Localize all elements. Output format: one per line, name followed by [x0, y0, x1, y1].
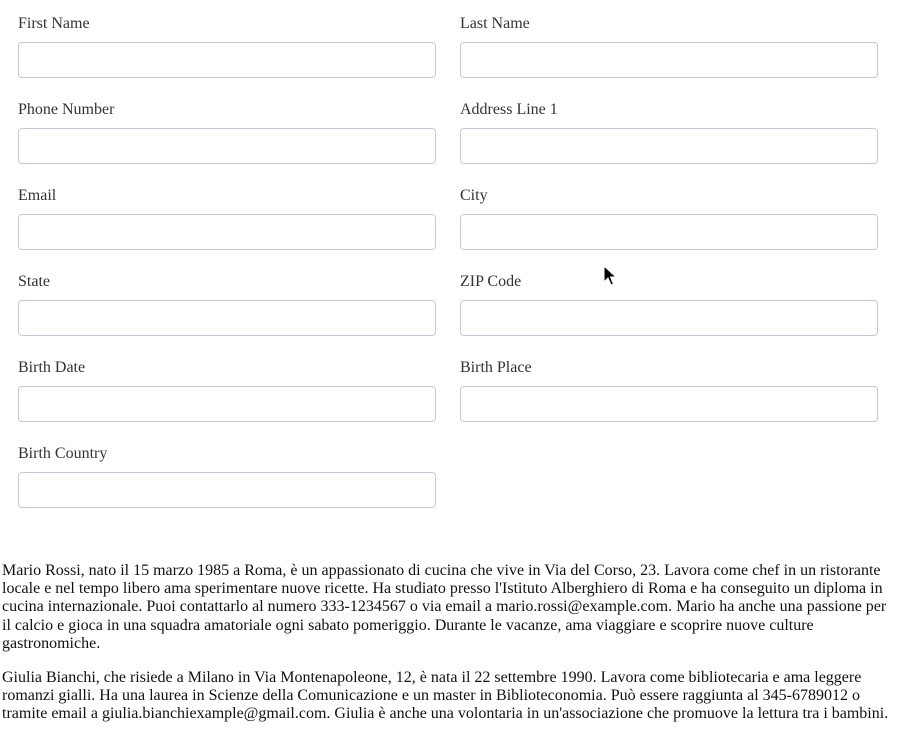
birth-date-label: Birth Date	[18, 359, 86, 376]
city-input[interactable]	[460, 214, 878, 250]
birth-date-input[interactable]	[18, 386, 436, 422]
zip-code-label: ZIP Code	[460, 273, 522, 290]
birth-place-label: Birth Place	[460, 359, 532, 376]
zip-code-input[interactable]	[460, 300, 878, 336]
mouse-pointer-icon	[603, 265, 617, 286]
last-name-label: Last Name	[460, 15, 530, 32]
address-line-1-label: Address Line 1	[460, 101, 558, 118]
first-name-input[interactable]	[18, 42, 436, 78]
phone-number-input[interactable]	[18, 128, 436, 164]
last-name-input[interactable]	[460, 42, 878, 78]
birth-country-input[interactable]	[18, 472, 436, 508]
birth-place-input[interactable]	[460, 386, 878, 422]
state-input[interactable]	[18, 300, 436, 336]
address-line-1-input[interactable]	[460, 128, 878, 164]
state-label: State	[18, 273, 50, 290]
birth-country-label: Birth Country	[18, 445, 108, 462]
email-label: Email	[18, 187, 57, 204]
bio-text-section: Mario Rossi, nato il 15 marzo 1985 a Rom…	[2, 562, 894, 740]
bio-paragraph: Mario Rossi, nato il 15 marzo 1985 a Rom…	[2, 562, 887, 652]
bio-paragraph: Giulia Bianchi, che risiede a Milano in …	[2, 669, 889, 723]
first-name-label: First Name	[18, 15, 90, 32]
email-input[interactable]	[18, 214, 436, 250]
city-label: City	[460, 187, 488, 204]
phone-number-label: Phone Number	[18, 101, 115, 118]
